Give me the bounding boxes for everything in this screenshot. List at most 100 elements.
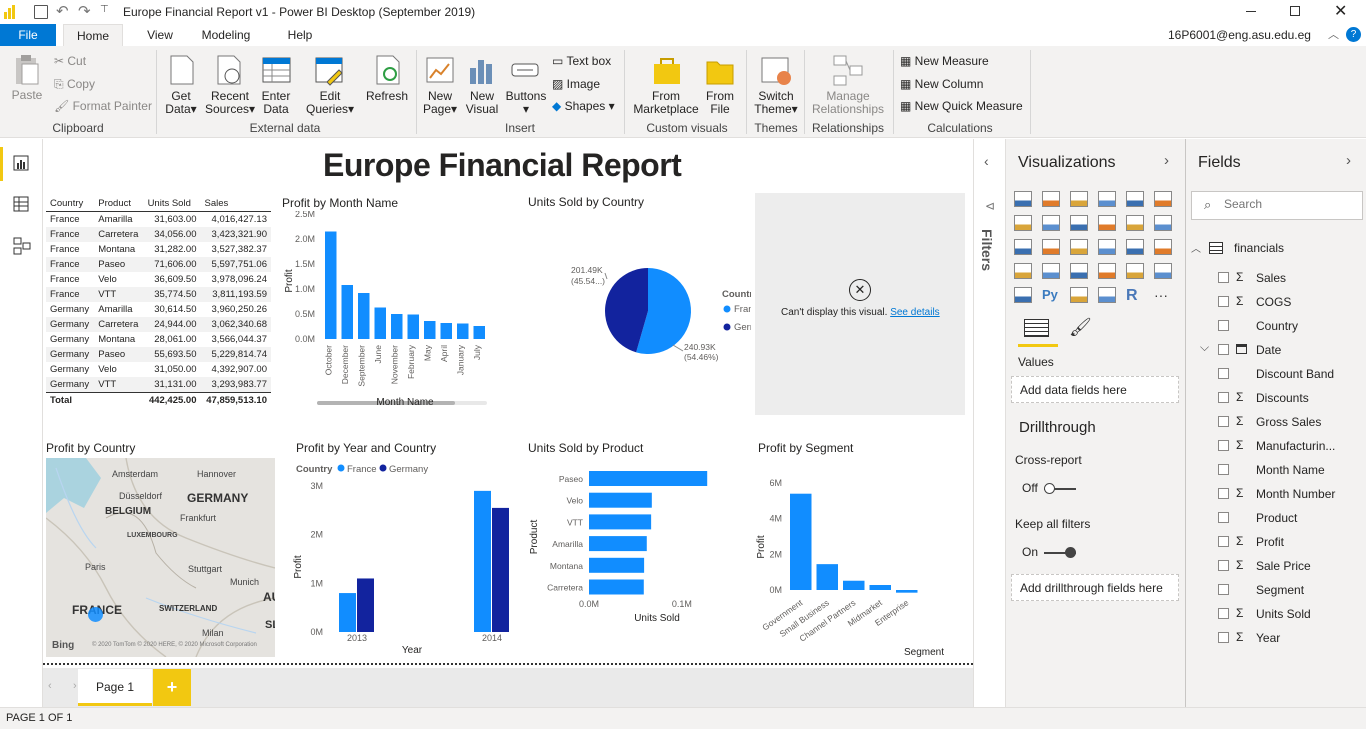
- user-account[interactable]: 16P6001@eng.asu.edu.eg: [1168, 28, 1311, 42]
- tab-help[interactable]: Help: [280, 24, 320, 46]
- see-details-link[interactable]: See details: [890, 307, 939, 318]
- table-name[interactable]: financials: [1234, 241, 1284, 255]
- cross-report-toggle[interactable]: Off: [1022, 481, 1076, 495]
- field-checkbox[interactable]: [1218, 368, 1229, 379]
- area-chart-icon[interactable]: [1042, 215, 1060, 231]
- chevron-right-icon[interactable]: ›: [1164, 152, 1169, 169]
- profit-by-year-chart[interactable]: Country France Germany 0M 1M 2M 3M Profit 2013 20…: [291, 457, 511, 662]
- field-checkbox[interactable]: [1218, 632, 1229, 643]
- field-checkbox[interactable]: [1218, 440, 1229, 451]
- cut-button[interactable]: ✂ Cut: [54, 52, 86, 70]
- map-icon[interactable]: [1154, 239, 1172, 255]
- prev-page-icon[interactable]: ‹: [48, 680, 52, 692]
- chevron-down-icon[interactable]: ⌵: [1200, 340, 1209, 355]
- field-checkbox[interactable]: [1218, 272, 1229, 283]
- chevron-right-icon[interactable]: ›: [1346, 152, 1351, 169]
- refresh-button[interactable]: Refresh: [364, 90, 410, 103]
- model-view-icon[interactable]: [13, 237, 31, 258]
- 100-column-icon[interactable]: [1154, 191, 1172, 207]
- new-measure-button[interactable]: ▦ New Measure: [900, 52, 989, 70]
- field-checkbox[interactable]: [1218, 296, 1229, 307]
- format-painter-button[interactable]: 🖌 Format Painter: [54, 97, 152, 115]
- field-item[interactable]: Σ Sale Price: [1186, 555, 1366, 579]
- enter-data-button[interactable]: Enter Data: [256, 90, 296, 116]
- profit-by-country-map[interactable]: Amsterdam Hannover GERMANY Düsseldorf BE…: [46, 458, 275, 657]
- field-checkbox[interactable]: [1218, 320, 1229, 331]
- units-by-country-chart[interactable]: 240.93K(54.46%) 201.49K(45.54...) Country F…: [521, 211, 751, 371]
- field-checkbox[interactable]: [1218, 344, 1229, 355]
- text-box-button[interactable]: ▭ Text box: [552, 52, 611, 70]
- field-item[interactable]: Segment: [1186, 579, 1366, 603]
- field-checkbox[interactable]: [1218, 488, 1229, 499]
- new-column-button[interactable]: ▦ New Column: [900, 75, 983, 93]
- shapes-button[interactable]: ◆ Shapes ▾: [552, 97, 615, 115]
- tab-modeling[interactable]: Modeling: [196, 24, 256, 46]
- table-expand-icon[interactable]: ︿: [1191, 240, 1201, 255]
- stacked-area-icon[interactable]: [1070, 215, 1088, 231]
- field-checkbox[interactable]: [1218, 608, 1229, 619]
- chevron-left-icon[interactable]: ‹: [984, 153, 989, 169]
- field-checkbox[interactable]: [1218, 584, 1229, 595]
- tab-file[interactable]: File: [0, 24, 56, 46]
- field-item[interactable]: Σ Gross Sales: [1186, 411, 1366, 435]
- fields-well-icon[interactable]: [1024, 319, 1049, 337]
- stacked-bar-icon[interactable]: [1014, 191, 1032, 207]
- from-marketplace-button[interactable]: From Marketplace: [632, 90, 700, 116]
- field-checkbox[interactable]: [1218, 536, 1229, 547]
- slicer-icon[interactable]: [1014, 287, 1032, 303]
- field-item[interactable]: Σ Units Sold: [1186, 603, 1366, 627]
- field-item[interactable]: Σ Manufacturin...: [1186, 435, 1366, 459]
- next-page-icon[interactable]: ›: [73, 680, 77, 692]
- get-data-button[interactable]: Get Data▾: [160, 90, 202, 116]
- keep-filters-toggle[interactable]: On: [1022, 545, 1077, 559]
- recent-sources-button[interactable]: Recent Sources▾: [204, 90, 256, 116]
- matrix-header[interactable]: Units Sold: [143, 196, 201, 212]
- field-item[interactable]: Σ COGS: [1186, 291, 1366, 315]
- field-item[interactable]: Country: [1186, 315, 1366, 339]
- add-page-button[interactable]: +: [153, 669, 191, 706]
- pie-icon[interactable]: [1070, 239, 1088, 255]
- image-button[interactable]: ▨ Image: [552, 75, 600, 93]
- ribbon-chart-icon[interactable]: [1154, 215, 1172, 231]
- redo-icon[interactable]: ↷: [78, 2, 91, 20]
- manage-relationships-button[interactable]: Manage Relationships: [808, 90, 888, 116]
- matrix-icon[interactable]: [1098, 287, 1116, 303]
- units-by-product-chart[interactable]: Paseo Velo VTT Amarilla Montana Carretera Prod…: [523, 457, 743, 637]
- card-icon[interactable]: [1098, 263, 1116, 279]
- field-checkbox[interactable]: [1218, 464, 1229, 475]
- stacked-column-icon[interactable]: [1042, 191, 1060, 207]
- more-icon[interactable]: ···: [1154, 287, 1172, 303]
- collapse-ribbon-icon[interactable]: ︿: [1328, 26, 1339, 42]
- tab-home[interactable]: Home: [63, 24, 123, 46]
- new-visual-button[interactable]: New Visual: [462, 90, 502, 116]
- field-item[interactable]: Σ Year: [1186, 627, 1366, 651]
- paste-icon[interactable]: [12, 54, 42, 86]
- values-drop-zone[interactable]: Add data fields here: [1011, 376, 1179, 403]
- tab-view[interactable]: View: [138, 24, 182, 46]
- matrix-header[interactable]: Sales: [200, 196, 271, 212]
- python-icon[interactable]: Py: [1042, 287, 1060, 303]
- field-checkbox[interactable]: [1218, 416, 1229, 427]
- line-column-icon[interactable]: [1098, 215, 1116, 231]
- gauge-icon[interactable]: [1070, 263, 1088, 279]
- table-icon[interactable]: [1070, 287, 1088, 303]
- multirow-card-icon[interactable]: [1126, 263, 1144, 279]
- clustered-column-icon[interactable]: [1098, 191, 1116, 207]
- field-item[interactable]: Product: [1186, 507, 1366, 531]
- profit-by-month-chart[interactable]: 0.0M 0.5M 1.0M 1.5M 2.0M 2.5M Profit October Dec…: [278, 211, 503, 411]
- field-item[interactable]: Σ Discounts: [1186, 387, 1366, 411]
- copy-button[interactable]: ⎘ Copy: [54, 75, 95, 93]
- from-file-button[interactable]: From File: [700, 90, 740, 116]
- clustered-bar-icon[interactable]: [1070, 191, 1088, 207]
- field-checkbox[interactable]: [1218, 512, 1229, 523]
- matrix-visual[interactable]: Country Product Units Sold Sales France Amar…: [46, 196, 271, 408]
- funnel-icon[interactable]: [1042, 263, 1060, 279]
- filled-map-icon[interactable]: [1014, 263, 1032, 279]
- matrix-header[interactable]: Country: [46, 196, 95, 212]
- r-script-icon[interactable]: R: [1126, 287, 1144, 304]
- new-page-button[interactable]: New Page▾: [420, 90, 460, 116]
- switch-theme-button[interactable]: Switch Theme▾: [750, 90, 802, 116]
- field-item[interactable]: Σ Month Number: [1186, 483, 1366, 507]
- minimize-icon[interactable]: [1246, 11, 1256, 12]
- buttons-button[interactable]: Buttons ▾: [504, 90, 548, 116]
